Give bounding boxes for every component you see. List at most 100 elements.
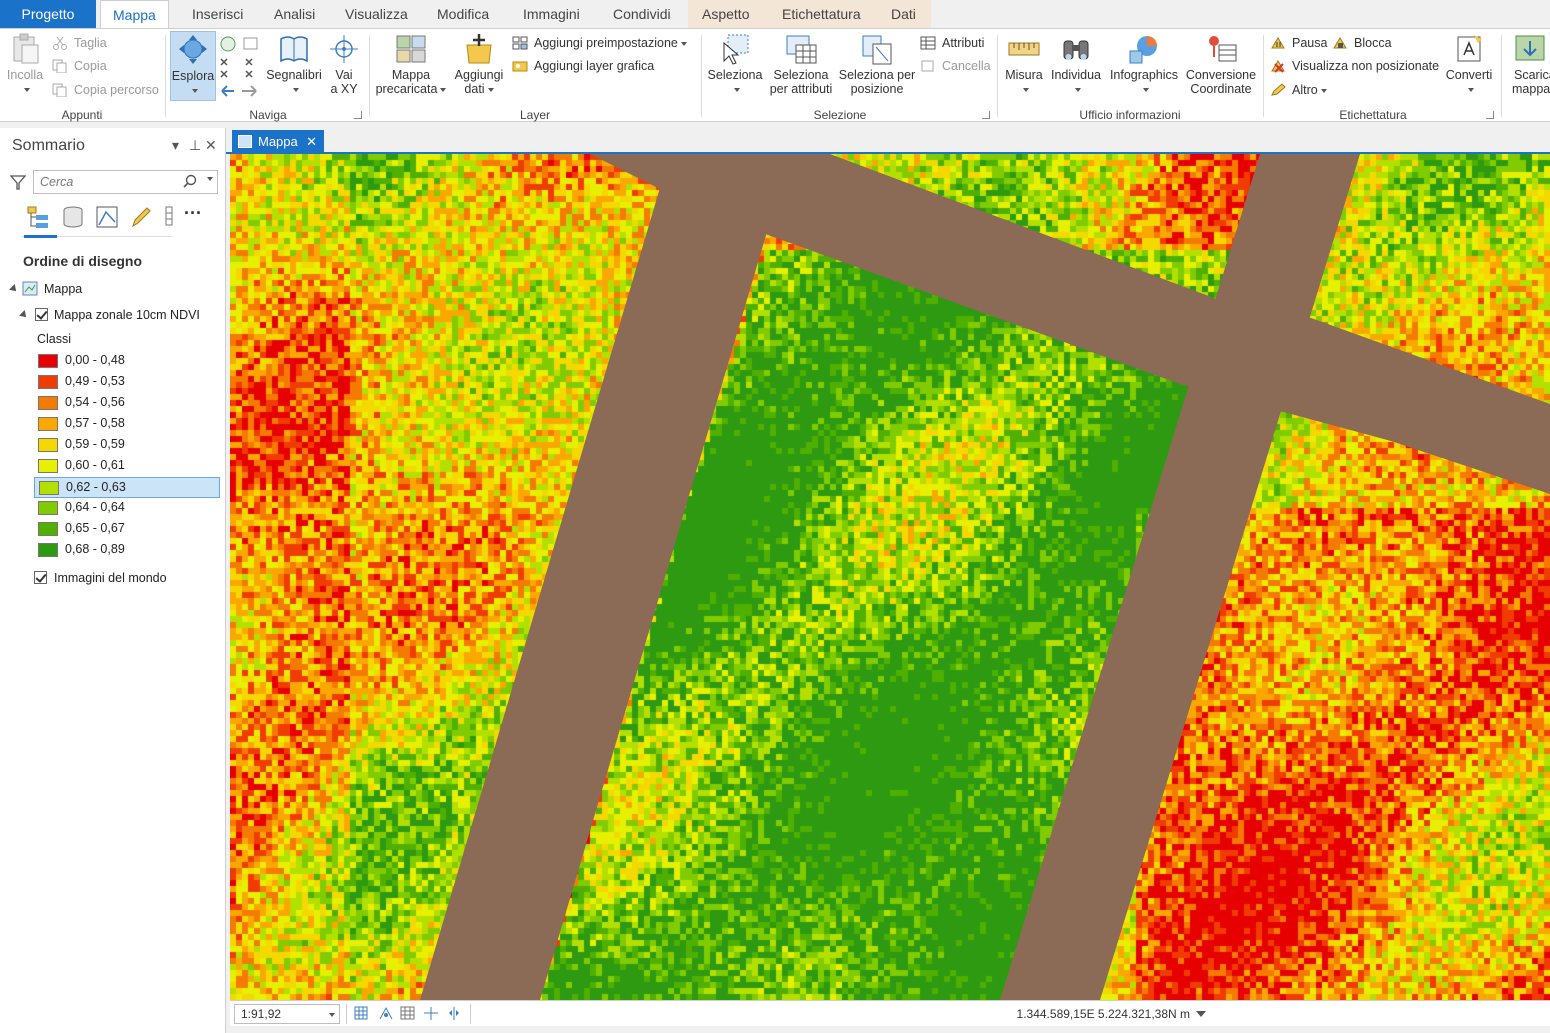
explore-button[interactable]: Esplora <box>170 31 216 101</box>
download-map-button[interactable]: Scaricamappa <box>1506 31 1550 96</box>
rotate-tool-icon[interactable] <box>446 1006 462 1021</box>
convert-labels-button[interactable]: Converti <box>1442 31 1496 96</box>
legend-class-4[interactable]: 0,59 - 0,59 <box>34 435 220 456</box>
legend-class-8[interactable]: 0,65 - 0,67 <box>34 519 220 540</box>
legend-class-2[interactable]: 0,54 - 0,56 <box>34 393 220 414</box>
search-icon[interactable] <box>183 174 197 191</box>
basemap-visibility-checkbox[interactable] <box>34 571 47 584</box>
tab-visualizza[interactable]: Visualizza <box>333 0 420 28</box>
map-canvas[interactable] <box>230 154 1550 1000</box>
class-swatch <box>38 417 58 431</box>
etichettatura-launcher[interactable] <box>1486 111 1494 119</box>
snapping-icon[interactable] <box>158 204 184 230</box>
add-preset-button[interactable]: Aggiungi preimpostazione <box>512 33 687 53</box>
legend-class-9[interactable]: 0,68 - 0,89 <box>34 540 220 561</box>
clear-selection-button[interactable]: Cancella <box>920 56 991 76</box>
layer-visibility-checkbox[interactable] <box>35 308 48 321</box>
add-data-button[interactable]: Aggiungi dati <box>450 31 508 96</box>
tab-mappa[interactable]: Mappa <box>100 0 169 29</box>
paste-button[interactable]: Incolla <box>4 31 46 96</box>
legend-class-6[interactable]: 0,62 - 0,63 <box>34 477 220 498</box>
tab-progetto[interactable]: Progetto <box>0 0 96 28</box>
copy-button[interactable]: Copia <box>52 56 107 76</box>
group-label-etichettatura: Etichettatura <box>1339 108 1407 122</box>
lock-labels-button[interactable]: Blocca <box>1332 33 1392 53</box>
grid-tool-icon[interactable] <box>354 1006 370 1021</box>
scale-dropdown-icon[interactable] <box>329 1013 335 1017</box>
data-source-icon[interactable] <box>60 204 86 230</box>
pane-title: Sommario <box>12 137 85 154</box>
collapse-icon[interactable] <box>19 310 29 320</box>
class-swatch <box>38 396 58 410</box>
tree-item-ndvi-layer[interactable]: Mappa zonale 10cm NDVI <box>19 305 220 325</box>
measure-button[interactable]: Misura <box>1002 31 1046 96</box>
convert-coordinates-button[interactable]: Conversione Coordinate <box>1184 31 1258 96</box>
table-tool-icon[interactable] <box>400 1006 416 1021</box>
tab-dati[interactable]: Dati <box>879 0 928 28</box>
search-input[interactable]: Cerca <box>33 170 218 194</box>
selection-list-icon[interactable] <box>94 204 120 230</box>
tab-condividi[interactable]: Condividi <box>601 0 683 28</box>
zoom-tools-icon[interactable] <box>218 35 262 101</box>
select-button[interactable]: Seleziona <box>706 31 764 96</box>
add-data-icon <box>462 33 496 65</box>
class-swatch <box>38 438 58 452</box>
attributes-button[interactable]: Attributi <box>920 33 984 53</box>
legend-class-5[interactable]: 0,60 - 0,61 <box>34 456 220 477</box>
pin-icon[interactable]: ⊥ <box>189 137 201 154</box>
active-view-indicator <box>24 235 57 238</box>
snapping-tool-icon[interactable] <box>378 1006 394 1021</box>
drawing-order-icon[interactable] <box>26 204 52 230</box>
more-labels-button[interactable]: Altro <box>1270 80 1327 100</box>
goto-xy-button[interactable]: Vai a XY <box>326 31 362 96</box>
pane-options-icon[interactable]: ▾ <box>172 137 179 154</box>
bookmarks-button[interactable]: Segnalibri <box>264 31 324 96</box>
legend-class-3[interactable]: 0,57 - 0,58 <box>34 414 220 435</box>
coordinate-format-dropdown[interactable] <box>1196 1011 1206 1017</box>
add-graphics-layer-button[interactable]: Aggiungi layer grafica <box>512 56 654 76</box>
infographics-button[interactable]: Infographics <box>1106 31 1182 96</box>
editing-pencil-icon[interactable] <box>128 204 154 230</box>
close-icon[interactable]: ✕ <box>205 137 217 154</box>
view-unplaced-button[interactable]: Visualizza non posizionate <box>1270 56 1439 76</box>
select-by-location-button[interactable]: Seleziona per posizione <box>838 31 916 96</box>
class-swatch <box>38 501 58 515</box>
navigation-small-tools <box>218 35 262 101</box>
contents-pane: Sommario ▾ ⊥ ✕ Cerca ··· Ordine di diseg… <box>0 128 226 1033</box>
group-label-selezione: Selezione <box>813 108 867 122</box>
tab-map-view[interactable]: Mappa ✕ <box>232 130 324 154</box>
basemap-button[interactable]: Mappa precaricata <box>374 31 448 96</box>
naviga-launcher[interactable] <box>354 111 362 119</box>
group-label-naviga: Naviga <box>249 108 287 122</box>
tab-aspetto[interactable]: Aspetto <box>690 0 761 28</box>
crosshair-tool-icon[interactable] <box>423 1006 439 1021</box>
legend-class-7[interactable]: 0,64 - 0,64 <box>34 498 220 519</box>
search-dropdown-icon[interactable] <box>207 177 213 181</box>
filter-icon[interactable] <box>9 174 27 190</box>
tree-item-map[interactable]: Mappa <box>9 279 220 299</box>
legend-class-1[interactable]: 0,49 - 0,53 <box>34 372 220 393</box>
status-bar: 1:91,92 1.344.589,15E 5.224.321,38N m <box>230 1000 1550 1026</box>
ribbon-separator <box>1263 35 1264 117</box>
cut-button[interactable]: Taglia <box>52 33 107 53</box>
ribbon-separator <box>369 35 370 117</box>
pause-labels-button[interactable]: Pausa <box>1270 33 1327 53</box>
tree-item-world-imagery[interactable]: Immagini del mondo <box>34 568 224 588</box>
class-swatch <box>38 459 58 473</box>
legend-class-0[interactable]: 0,00 - 0,48 <box>34 351 220 372</box>
road-overlay <box>420 154 1550 1000</box>
selezione-launcher[interactable] <box>982 111 990 119</box>
collapse-icon[interactable] <box>9 284 19 294</box>
status-separator <box>470 1004 471 1024</box>
tab-etichettatura[interactable]: Etichettatura <box>770 0 873 28</box>
tab-analisi[interactable]: Analisi <box>262 0 327 28</box>
more-options-icon[interactable]: ··· <box>184 204 210 230</box>
select-by-attributes-button[interactable]: Seleziona per attributi <box>766 31 836 96</box>
scale-selector[interactable]: 1:91,92 <box>234 1004 340 1024</box>
tab-modifica[interactable]: Modifica <box>425 0 501 28</box>
tab-inserisci[interactable]: Inserisci <box>180 0 255 28</box>
close-map-tab-icon[interactable]: ✕ <box>306 130 317 154</box>
copy-path-button[interactable]: Copia percorso <box>52 80 159 100</box>
identify-button[interactable]: Individua <box>1048 31 1104 96</box>
tab-immagini[interactable]: Immagini <box>511 0 592 28</box>
